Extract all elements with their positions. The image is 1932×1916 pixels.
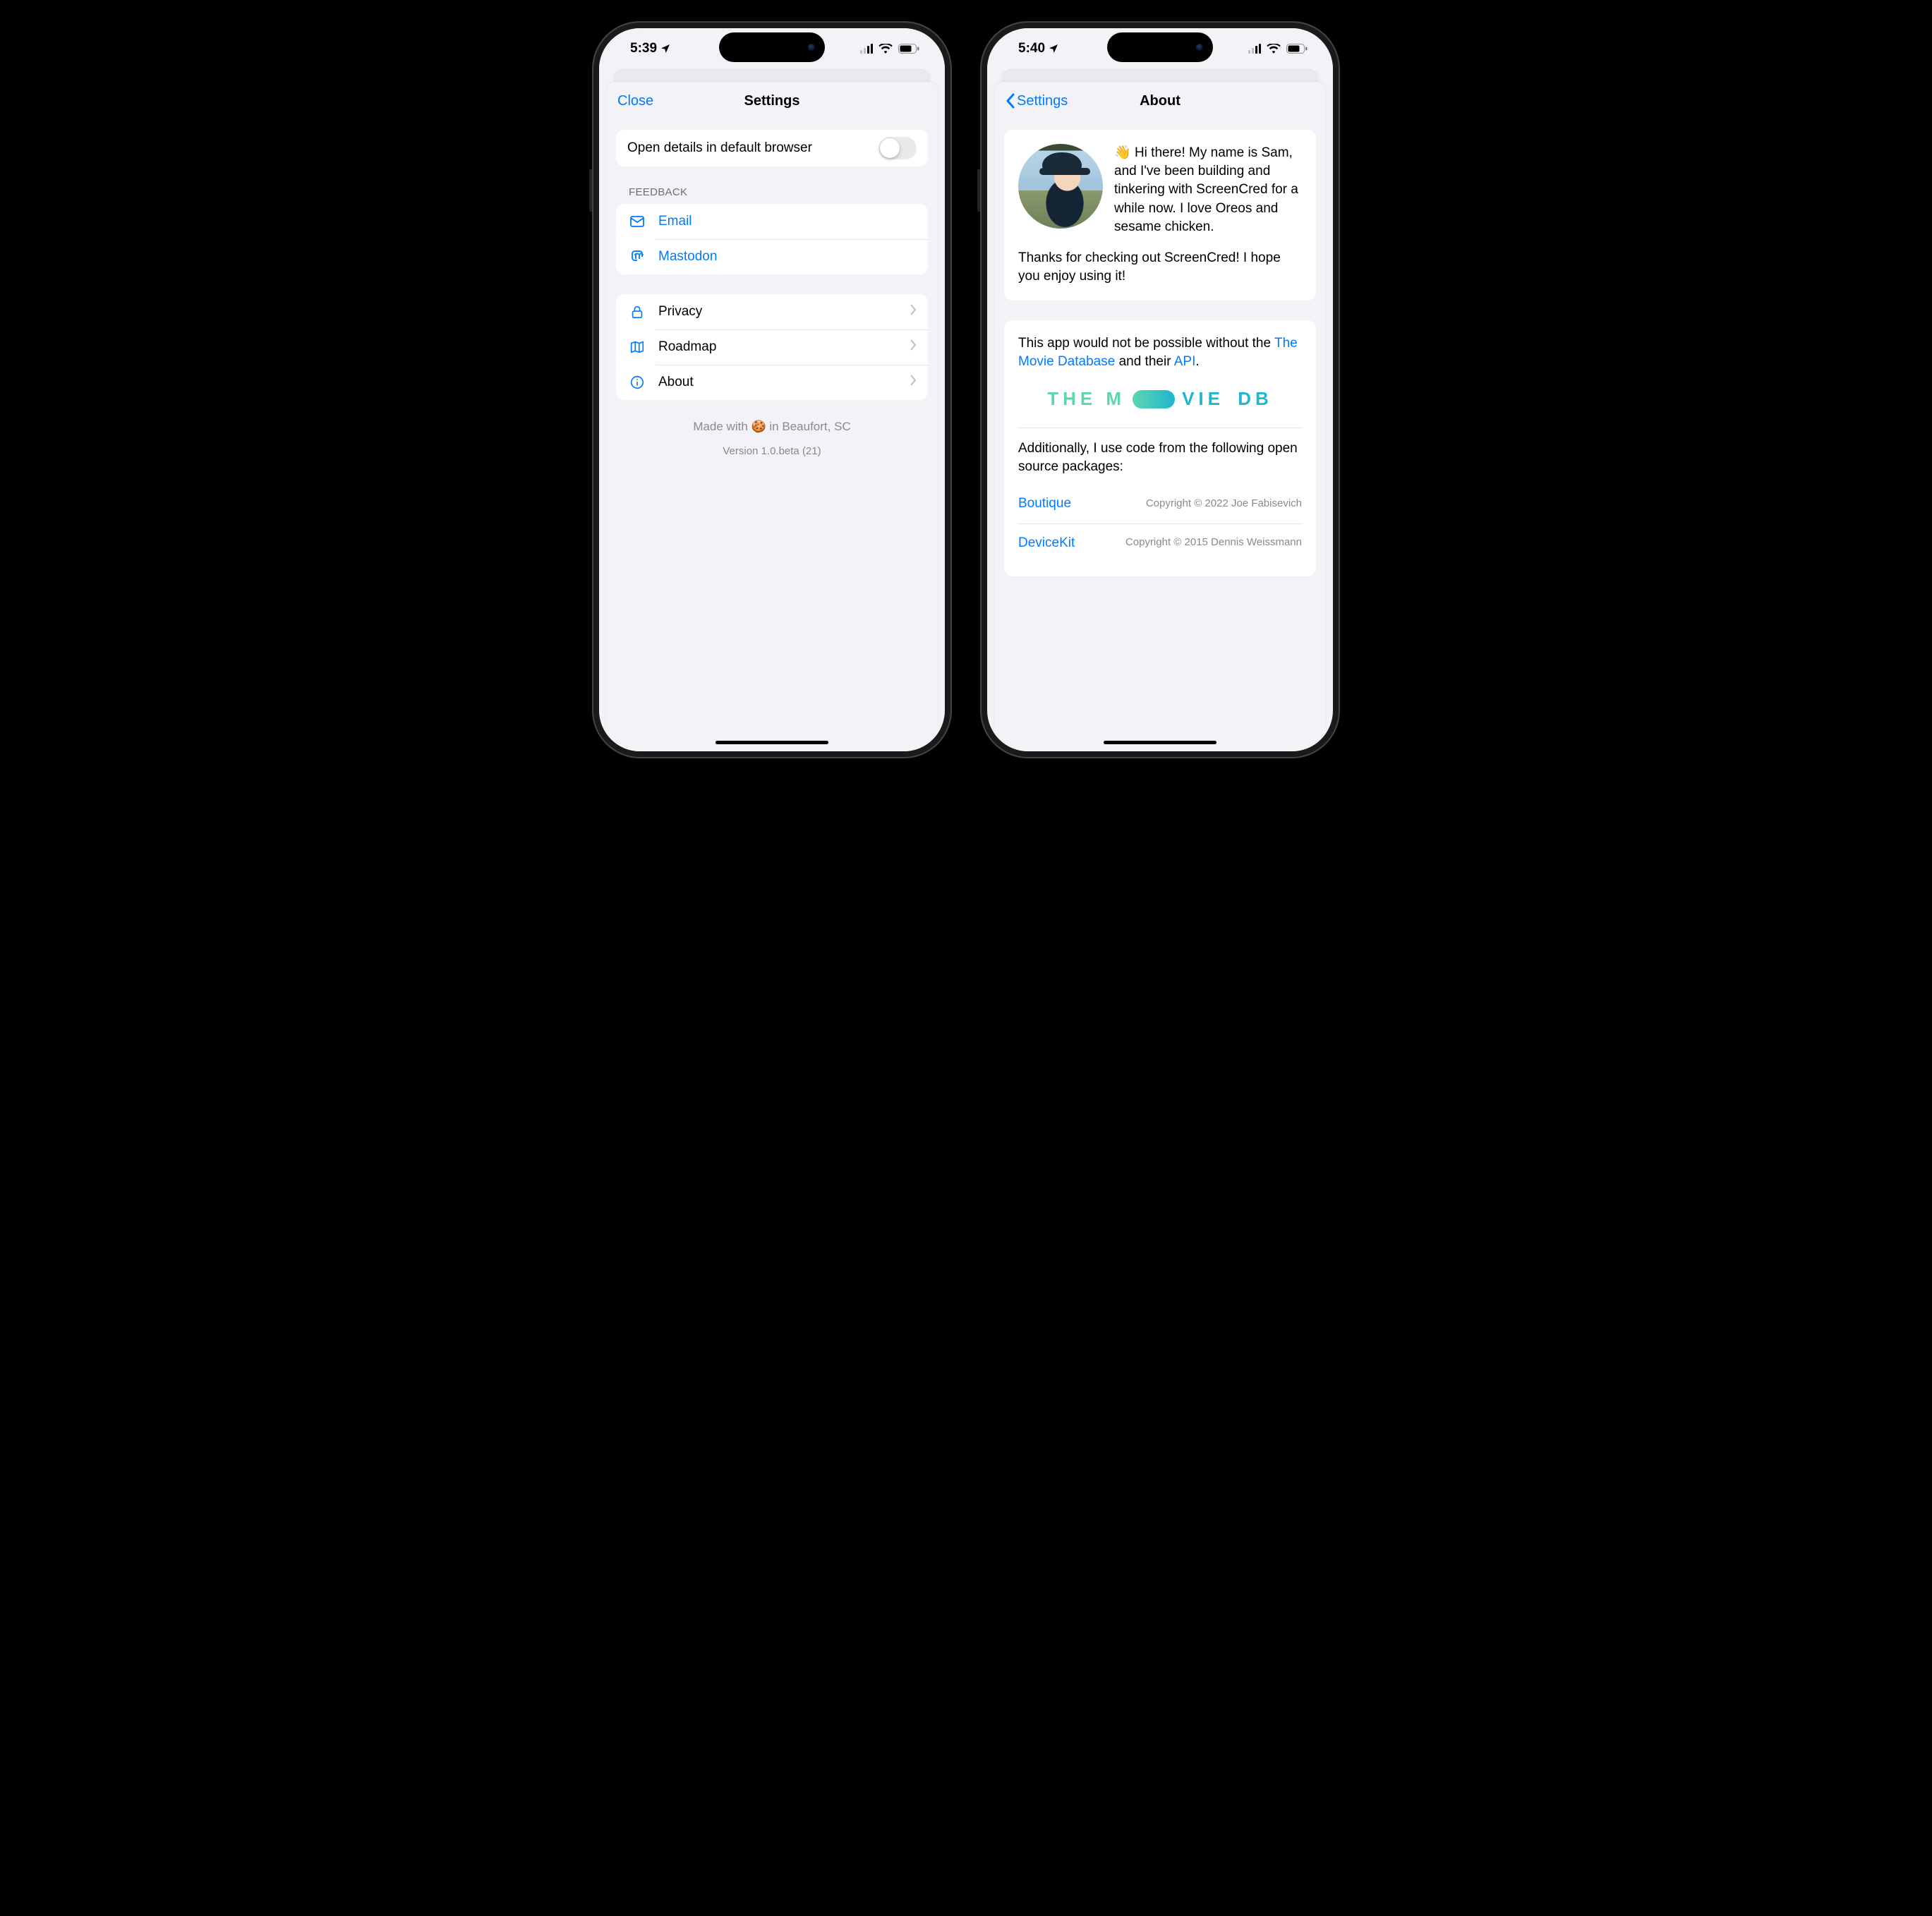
wifi-icon (1267, 44, 1281, 54)
nav-bar: Settings About (994, 82, 1326, 120)
mastodon-icon (627, 248, 647, 265)
cell-signal-icon (1248, 44, 1261, 54)
api-link[interactable]: API (1174, 354, 1196, 369)
wave-icon: 👋 (1114, 145, 1131, 160)
lock-icon (627, 304, 647, 320)
roadmap-label: Roadmap (658, 339, 899, 355)
about-greeting: 👋 Hi there! My name is Sam, and I've bee… (1114, 144, 1302, 236)
close-button-label: Close (617, 93, 653, 109)
open-details-toggle-row[interactable]: Open details in default browser (616, 130, 928, 166)
phone-settings: 5:39 Close Settings (592, 21, 952, 758)
package-devicekit-row[interactable]: DeviceKit Copyright © 2015 Dennis Weissm… (1018, 523, 1302, 562)
about-row[interactable]: About (616, 365, 928, 400)
tmdb-pill-icon (1133, 390, 1175, 408)
location-icon (660, 43, 671, 54)
roadmap-row[interactable]: Roadmap (616, 329, 928, 365)
credits-text: This app would not be possible without t… (1018, 334, 1302, 371)
package-copyright: Copyright © 2022 Joe Fabisevich (1146, 497, 1302, 511)
made-with-text: Made with 🍪 in Beaufort, SC (616, 420, 928, 434)
home-indicator[interactable] (1104, 741, 1216, 744)
back-button[interactable]: Settings (1006, 93, 1068, 109)
package-name: Boutique (1018, 495, 1071, 513)
back-button-label: Settings (1017, 93, 1068, 109)
oss-intro: Additionally, I use code from the follow… (1018, 439, 1302, 476)
toggle-label: Open details in default browser (627, 140, 867, 156)
chevron-right-icon (910, 304, 917, 320)
avatar (1018, 144, 1103, 229)
status-time: 5:40 (1018, 41, 1045, 56)
background-card-peek (1001, 69, 1319, 82)
chevron-left-icon (1006, 93, 1015, 109)
package-name: DeviceKit (1018, 534, 1075, 552)
chevron-right-icon (910, 375, 917, 390)
feedback-mastodon-row[interactable]: Mastodon (616, 239, 928, 274)
map-icon (627, 339, 647, 355)
privacy-row[interactable]: Privacy (616, 294, 928, 329)
home-indicator[interactable] (716, 741, 828, 744)
page-title: Settings (744, 93, 800, 109)
about-intro-card: 👋 Hi there! My name is Sam, and I've bee… (1004, 130, 1316, 301)
status-time: 5:39 (630, 41, 657, 56)
tmdb-logo: THE M VIE DB (1018, 387, 1302, 412)
cell-signal-icon (860, 44, 873, 54)
about-label: About (658, 375, 899, 390)
close-button[interactable]: Close (617, 93, 653, 109)
dynamic-island (1107, 32, 1213, 62)
toggle-switch[interactable] (879, 137, 917, 159)
chevron-right-icon (910, 339, 917, 355)
page-title: About (1140, 93, 1181, 109)
privacy-label: Privacy (658, 304, 899, 320)
feedback-header: FEEDBACK (616, 186, 928, 204)
battery-icon (898, 44, 919, 54)
package-copyright: Copyright © 2015 Dennis Weissmann (1125, 535, 1302, 550)
feedback-mastodon-label: Mastodon (658, 249, 917, 265)
feedback-email-label: Email (658, 214, 917, 229)
nav-bar: Close Settings (606, 82, 938, 120)
package-boutique-row[interactable]: Boutique Copyright © 2022 Joe Fabisevich (1018, 485, 1302, 523)
wifi-icon (879, 44, 893, 54)
about-thanks: Thanks for checking out ScreenCred! I ho… (1018, 249, 1302, 286)
location-icon (1048, 43, 1059, 54)
dynamic-island (719, 32, 825, 62)
about-credits-card: This app would not be possible without t… (1004, 320, 1316, 576)
version-text: Version 1.0.beta (21) (616, 445, 928, 457)
feedback-email-row[interactable]: Email (616, 204, 928, 239)
envelope-icon (627, 213, 647, 230)
background-card-peek (613, 69, 931, 82)
info-icon (627, 375, 647, 390)
battery-icon (1286, 44, 1308, 54)
phone-about: 5:40 Settings About (980, 21, 1340, 758)
